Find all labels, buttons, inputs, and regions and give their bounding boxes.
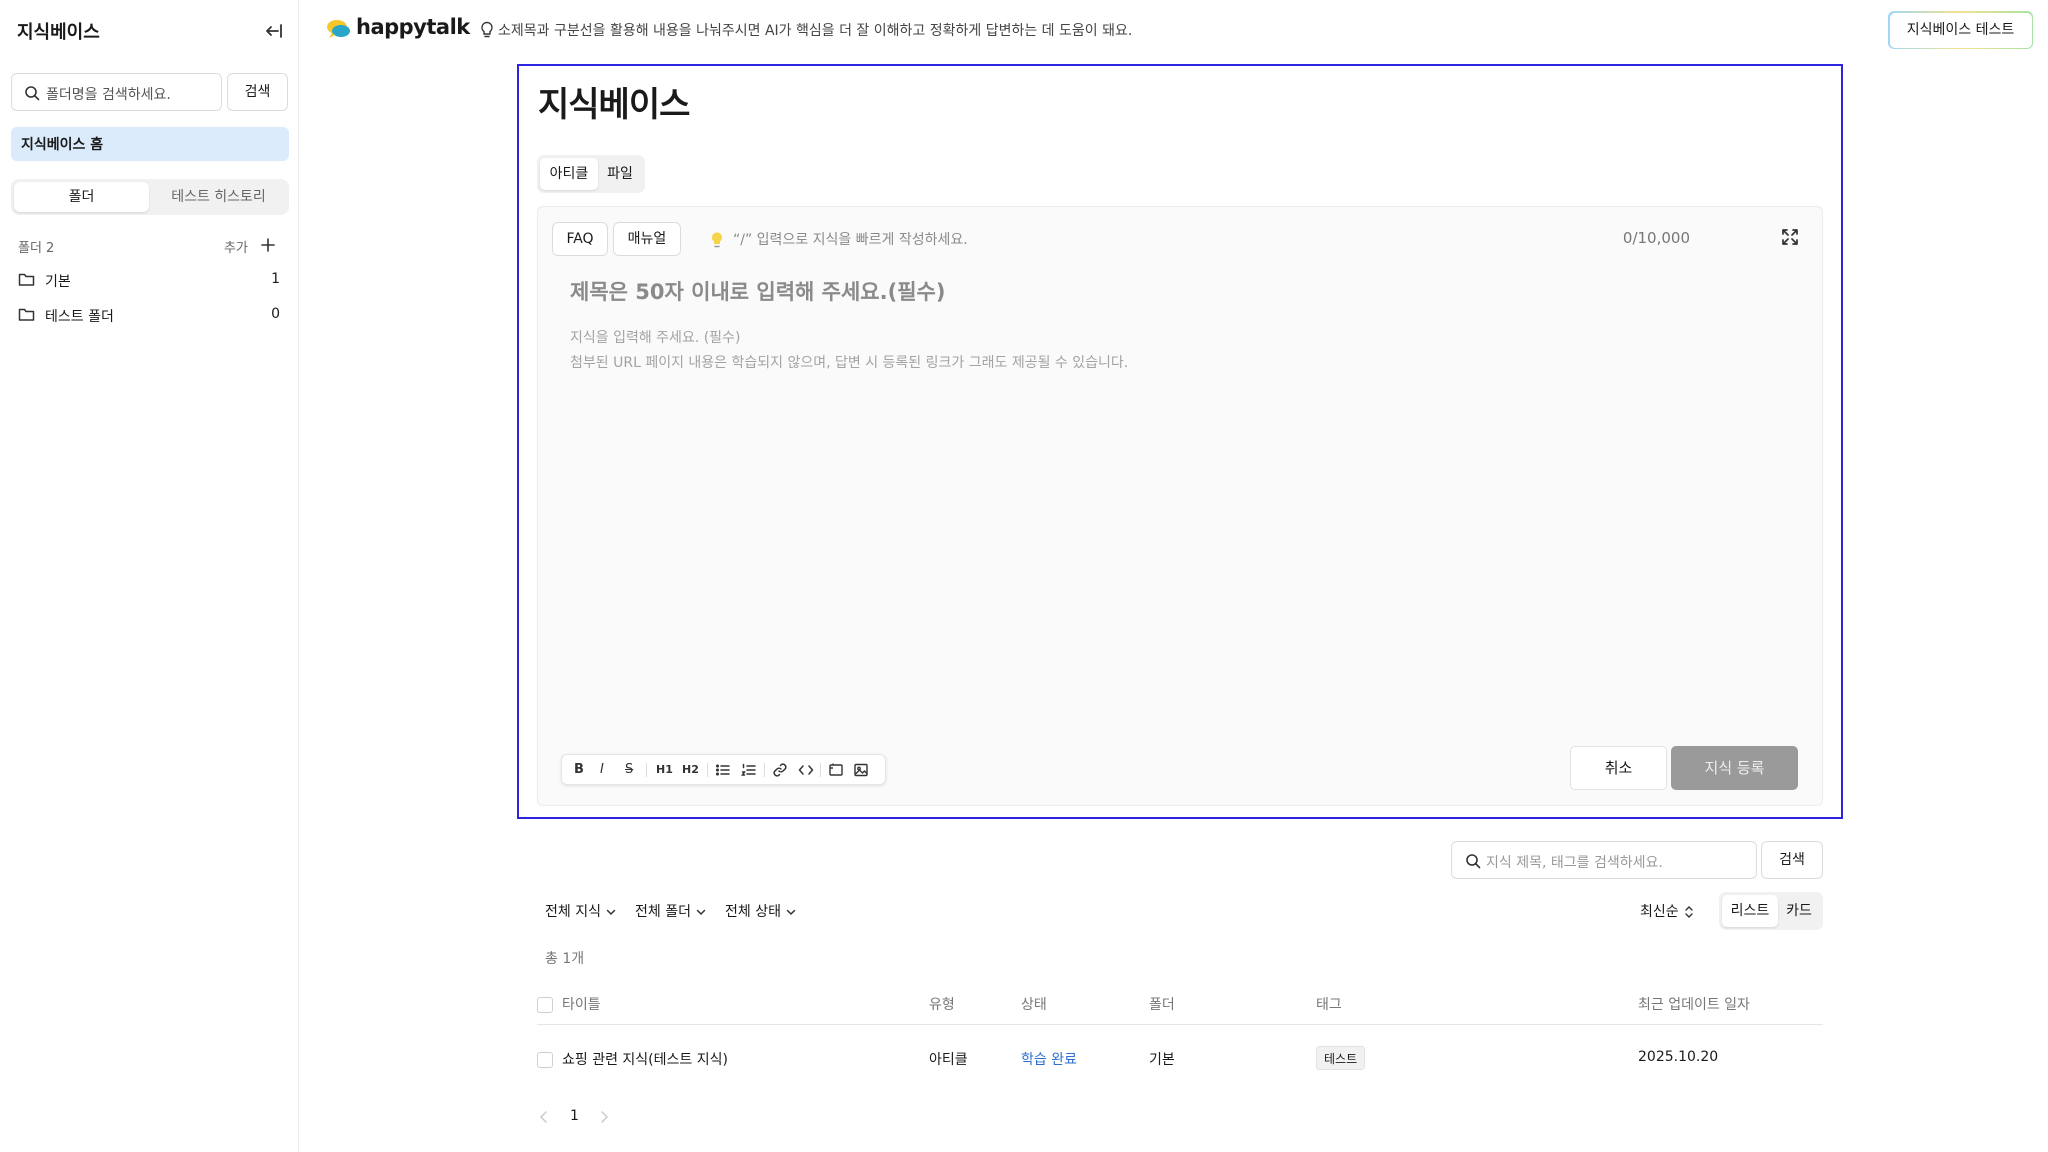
bullet-list-icon[interactable] <box>715 762 731 778</box>
folder-icon <box>18 307 35 322</box>
folder-item[interactable]: 기본 1 <box>18 269 283 291</box>
table-divider <box>537 1024 1823 1025</box>
tab-file[interactable]: 파일 <box>598 158 642 190</box>
plus-icon[interactable] <box>258 235 278 255</box>
filter-label: 전체 상태 <box>725 904 781 920</box>
bold-button[interactable]: B <box>574 762 584 777</box>
knowledge-search-input[interactable]: 지식 제목, 태그를 검색하세요. <box>1451 841 1757 879</box>
folder-count: 1 <box>271 271 280 287</box>
chevron-down-icon <box>786 909 796 916</box>
slash-command-hint: “/” 입력으로 지식을 빠르게 작성하세요. <box>733 232 968 248</box>
type-faq-button[interactable]: FAQ <box>552 222 608 256</box>
prev-page-icon[interactable] <box>539 1110 549 1124</box>
content-type-tabs: 아티클 파일 <box>537 155 645 193</box>
col-header-type: 유형 <box>929 997 955 1013</box>
folder-count: 0 <box>271 306 280 322</box>
row-type: 아티클 <box>929 1052 968 1068</box>
sidebar-title: 지식베이스 <box>17 22 100 43</box>
strikethrough-button[interactable]: S <box>625 762 633 777</box>
lightbulb-icon <box>710 231 724 249</box>
link-icon[interactable] <box>772 762 788 778</box>
knowledge-test-button[interactable]: 지식베이스 테스트 <box>1888 11 2033 49</box>
body-input[interactable]: 지식을 입력해 주세요. (필수) 첨부된 URL 페이지 내용은 학습되지 않… <box>570 326 1128 376</box>
add-folder-label[interactable]: 추가 <box>224 237 248 256</box>
sort-label: 최신순 <box>1640 904 1679 920</box>
folder-search-input[interactable]: 폴더명을 검색하세요. <box>11 73 222 111</box>
expand-icon[interactable] <box>1780 227 1800 247</box>
tab-folder[interactable]: 폴더 <box>14 182 149 212</box>
folder-search-button[interactable]: 검색 <box>227 73 288 111</box>
code-icon[interactable] <box>798 762 814 778</box>
select-all-checkbox[interactable] <box>537 997 553 1013</box>
type-manual-button[interactable]: 매뉴얼 <box>613 222 681 256</box>
knowledge-test-label: 지식베이스 테스트 <box>1889 12 2032 48</box>
row-folder: 기본 <box>1149 1052 1175 1068</box>
folder-name: 기본 <box>45 274 71 290</box>
cancel-button[interactable]: 취소 <box>1570 746 1667 790</box>
folder-item[interactable]: 테스트 폴더 0 <box>18 304 283 326</box>
page-number[interactable]: 1 <box>570 1108 579 1124</box>
italic-button[interactable]: I <box>600 762 604 777</box>
col-header-folder: 폴더 <box>1149 997 1175 1013</box>
submit-knowledge-button[interactable]: 지식 등록 <box>1671 746 1798 790</box>
view-list-button[interactable]: 리스트 <box>1722 895 1778 927</box>
knowledge-search-placeholder: 지식 제목, 태그를 검색하세요. <box>1486 855 1663 871</box>
tab-test-history[interactable]: 테스트 히스토리 <box>151 182 286 212</box>
tab-article[interactable]: 아티클 <box>540 158 598 190</box>
image-icon[interactable] <box>853 762 869 778</box>
heading1-button[interactable]: H1 <box>656 763 673 776</box>
folder-search-placeholder: 폴더명을 검색하세요. <box>46 87 171 103</box>
title-input[interactable]: 제목은 50자 이내로 입력해 주세요.(필수) <box>570 276 945 306</box>
folder-icon <box>18 272 35 287</box>
view-card-button[interactable]: 카드 <box>1778 895 1820 927</box>
sort-dropdown[interactable]: 최신순 <box>1640 901 1695 921</box>
ordered-list-icon[interactable] <box>741 762 757 778</box>
col-header-status: 상태 <box>1021 997 1047 1013</box>
sidebar-item-home[interactable]: 지식베이스 홈 <box>11 127 289 161</box>
formatting-toolbar: B I S H1 H2 <box>561 754 886 785</box>
search-icon <box>1465 853 1481 869</box>
col-header-title: 타이틀 <box>562 997 601 1013</box>
col-header-tag: 태그 <box>1316 997 1342 1013</box>
filter-status-dropdown[interactable]: 전체 상태 <box>725 901 797 921</box>
body-placeholder-note: 첨부된 URL 페이지 내용은 학습되지 않으며, 답변 시 등록된 링크가 그… <box>570 355 1129 371</box>
collapse-sidebar-icon[interactable] <box>263 20 285 42</box>
filter-label: 전체 폴더 <box>635 904 691 920</box>
row-updated: 2025.10.20 <box>1638 1049 1719 1065</box>
app-logo-text: happytalk <box>356 15 470 39</box>
sidebar-tab-switch: 폴더 테스트 히스토리 <box>11 179 289 215</box>
row-status: 학습 완료 <box>1021 1052 1077 1068</box>
page-title: 지식베이스 <box>538 85 690 125</box>
lightbulb-icon <box>480 21 494 39</box>
heading2-button[interactable]: H2 <box>682 763 699 776</box>
char-counter: 0/10,000 <box>1622 229 1690 247</box>
row-tag: 테스트 <box>1316 1046 1366 1070</box>
folder-count-label: 폴더 2 <box>18 241 55 256</box>
body-placeholder-line: 지식을 입력해 주세요. (필수) <box>570 330 741 346</box>
filter-knowledge-dropdown[interactable]: 전체 지식 <box>545 901 617 921</box>
filter-folder-dropdown[interactable]: 전체 폴더 <box>635 901 707 921</box>
writing-tip-text: 소제목과 구분선을 활용해 내용을 나눠주시면 AI가 핵심을 더 잘 이해하고… <box>498 23 1133 39</box>
folder-name: 테스트 폴더 <box>45 309 114 325</box>
sort-icon <box>1684 906 1693 918</box>
sidebar: 지식베이스 폴더명을 검색하세요. 검색 지식베이스 홈 폴더 테스트 히스토리… <box>0 0 299 1152</box>
row-checkbox[interactable] <box>537 1052 553 1068</box>
view-toggle: 리스트 카드 <box>1719 892 1823 930</box>
knowledge-search-button[interactable]: 검색 <box>1761 841 1823 879</box>
next-page-icon[interactable] <box>599 1110 609 1124</box>
row-title[interactable]: 쇼핑 관련 지식(테스트 지식) <box>562 1049 728 1069</box>
search-icon <box>24 85 40 101</box>
happytalk-logo-icon <box>326 18 352 40</box>
chevron-down-icon <box>696 909 706 916</box>
total-count: 총 1개 <box>545 951 585 967</box>
embed-icon[interactable] <box>828 762 844 778</box>
chevron-down-icon <box>606 909 616 916</box>
col-header-updated: 최근 업데이트 일자 <box>1638 997 1750 1013</box>
filter-label: 전체 지식 <box>545 904 601 920</box>
